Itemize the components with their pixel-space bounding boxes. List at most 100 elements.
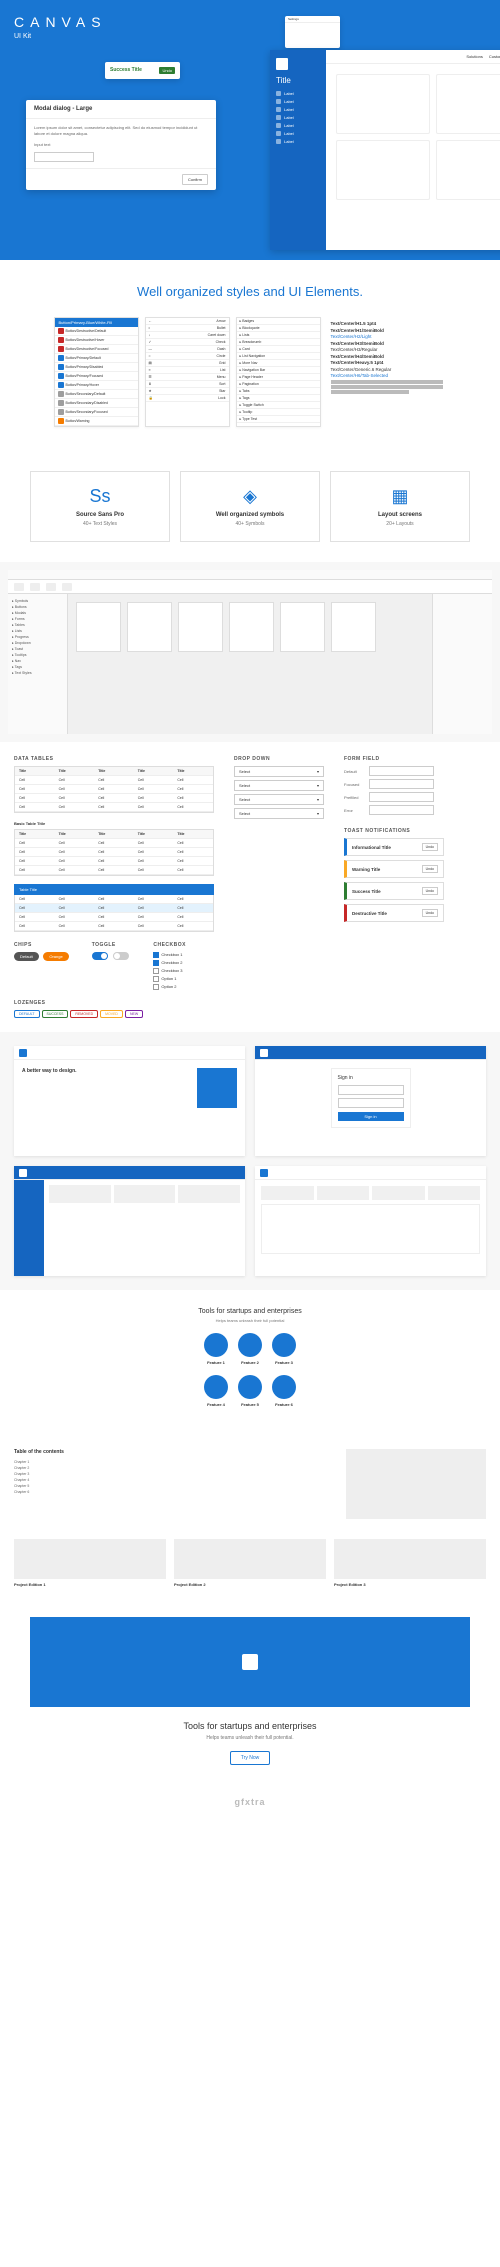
nav-row[interactable]: ▸ Toggle Switch xyxy=(237,402,320,409)
text-input[interactable] xyxy=(369,779,434,789)
tool-button[interactable] xyxy=(62,583,72,591)
email-field[interactable] xyxy=(338,1085,404,1095)
chip-orange[interactable]: Orange xyxy=(43,952,68,961)
artboard[interactable] xyxy=(178,602,223,652)
nav-row[interactable]: ▸ Page Header xyxy=(237,374,320,381)
dropdown-field[interactable]: Select▾ xyxy=(234,794,324,805)
dropdown-field[interactable]: Select▾ xyxy=(234,808,324,819)
nav-row[interactable]: ▸ Blockquote xyxy=(237,325,320,332)
icon-row[interactable]: —Dash xyxy=(146,346,229,353)
nav-row[interactable]: ▸ Lists xyxy=(237,332,320,339)
checkbox[interactable]: Option 2 xyxy=(153,984,186,990)
checkbox[interactable]: Checkbox 2 xyxy=(153,960,186,966)
text-input[interactable] xyxy=(369,792,434,802)
layer-item[interactable]: ▸ Text Styles xyxy=(12,670,63,676)
checkbox[interactable]: Checkbox 3 xyxy=(153,968,186,974)
icon-row[interactable]: ✓Check xyxy=(146,339,229,346)
project-card[interactable]: Project Edition 1 xyxy=(14,1539,166,1587)
table-row[interactable]: CellCellCellCellCell xyxy=(15,922,213,931)
sidebar-item[interactable]: Label xyxy=(276,123,320,128)
checkbox[interactable]: Checkbox 1 xyxy=(153,952,186,958)
nav-row[interactable]: ▸ Pagination xyxy=(237,381,320,388)
nav-row[interactable]: ▸ Tooltip xyxy=(237,409,320,416)
icon-row[interactable]: ←Arrow xyxy=(146,318,229,325)
chip-default[interactable]: Default xyxy=(14,952,39,961)
table-row[interactable]: CellCellCellCellCell xyxy=(15,866,213,875)
confirm-button[interactable]: Confirm xyxy=(182,174,208,185)
undo-button[interactable]: Undo xyxy=(422,865,438,873)
nav-customers[interactable]: Customers xyxy=(489,54,500,59)
toggle-off[interactable] xyxy=(113,952,129,960)
dropdown-field[interactable]: Select▾ xyxy=(234,766,324,777)
icon-row[interactable]: ⬇Sort xyxy=(146,381,229,388)
sidebar-item[interactable]: Label xyxy=(276,139,320,144)
artboard[interactable] xyxy=(280,602,325,652)
table-row[interactable]: CellCellCellCellCell xyxy=(15,857,213,866)
canvas[interactable] xyxy=(68,594,432,734)
nav-solutions[interactable]: Solutions xyxy=(466,54,482,59)
success-undo-button[interactable]: Undo xyxy=(159,67,175,74)
nav-row[interactable]: ▸ Card xyxy=(237,346,320,353)
icon-row[interactable]: ▤Grid xyxy=(146,360,229,367)
style-row[interactable]: Button/Primary/Hover xyxy=(55,381,138,390)
nav-row[interactable]: ▸ Type Test xyxy=(237,416,320,423)
modal-input[interactable] xyxy=(34,152,94,162)
style-row[interactable]: Button/Destructive/Default xyxy=(55,327,138,336)
style-row[interactable]: Button/Secondary/Default xyxy=(55,390,138,399)
tool-button[interactable] xyxy=(30,583,40,591)
project-card[interactable]: Project Edition 3 xyxy=(334,1539,486,1587)
table-row[interactable]: CellCellCellCellCell xyxy=(15,848,213,857)
nav-row[interactable]: ▸ Breadcrumb xyxy=(237,339,320,346)
table-row[interactable]: CellCellCellCellCell xyxy=(15,803,213,812)
undo-button[interactable]: Undo xyxy=(422,909,438,917)
table-row[interactable]: CellCellCellCellCell xyxy=(15,895,213,904)
icon-row[interactable]: ≡List xyxy=(146,367,229,374)
toggle-on[interactable] xyxy=(92,952,108,960)
icon-row[interactable]: ↓Caret down xyxy=(146,332,229,339)
tool-button[interactable] xyxy=(14,583,24,591)
undo-button[interactable]: Undo xyxy=(422,887,438,895)
icon-row[interactable]: ○Circle xyxy=(146,353,229,360)
artboard[interactable] xyxy=(127,602,172,652)
artboard[interactable] xyxy=(76,602,121,652)
sidebar-item[interactable]: Label xyxy=(276,99,320,104)
try-now-button[interactable]: Try Now xyxy=(230,1751,270,1765)
tool-button[interactable] xyxy=(46,583,56,591)
nav-row[interactable]: ▸ List Navigation xyxy=(237,353,320,360)
table-row[interactable]: CellCellCellCellCell xyxy=(15,785,213,794)
style-row[interactable]: Button/Warning xyxy=(55,417,138,426)
sidebar-item[interactable]: Label xyxy=(276,91,320,96)
checkbox[interactable]: Option 1 xyxy=(153,976,186,982)
nav-row[interactable]: ▸ Badges xyxy=(237,318,320,325)
artboard[interactable] xyxy=(229,602,274,652)
style-row[interactable]: Button/Destructive/Focused xyxy=(55,345,138,354)
nav-row[interactable]: ▸ Tags xyxy=(237,395,320,402)
icon-row[interactable]: 🔒Lock xyxy=(146,395,229,402)
style-row[interactable]: Button/Secondary/Focused xyxy=(55,408,138,417)
icon-row[interactable]: •Bullet xyxy=(146,325,229,332)
sidebar-item[interactable]: Label xyxy=(276,107,320,112)
style-row[interactable]: Button/Secondary/Disabled xyxy=(55,399,138,408)
artboard[interactable] xyxy=(331,602,376,652)
nav-row[interactable]: ▸ Tabs xyxy=(237,388,320,395)
style-row[interactable]: Button/Destructive/Hover xyxy=(55,336,138,345)
text-input[interactable] xyxy=(369,805,434,815)
table-row[interactable]: CellCellCellCellCell xyxy=(15,839,213,848)
sidebar-item[interactable]: Label xyxy=(276,115,320,120)
style-row[interactable]: Button/Primary/Default xyxy=(55,354,138,363)
dropdown-field[interactable]: Select▾ xyxy=(234,780,324,791)
nav-row[interactable]: ▸ More Nav xyxy=(237,360,320,367)
password-field[interactable] xyxy=(338,1098,404,1108)
text-input[interactable] xyxy=(369,766,434,776)
table-row[interactable]: CellCellCellCellCell xyxy=(15,776,213,785)
project-card[interactable]: Project Edition 2 xyxy=(174,1539,326,1587)
table-row[interactable]: CellCellCellCellCell xyxy=(15,913,213,922)
toc-item[interactable]: Chapter 6 xyxy=(14,1489,326,1495)
nav-row[interactable]: ▸ Navigation Bar xyxy=(237,367,320,374)
style-row[interactable]: Button/Primary/Disabled xyxy=(55,363,138,372)
signin-button[interactable]: Sign in xyxy=(338,1112,404,1121)
icon-row[interactable]: ☰Menu xyxy=(146,374,229,381)
sidebar-item[interactable]: Label xyxy=(276,131,320,136)
table-row[interactable]: CellCellCellCellCell xyxy=(15,904,213,913)
style-row[interactable]: Button/Primary/Focused xyxy=(55,372,138,381)
